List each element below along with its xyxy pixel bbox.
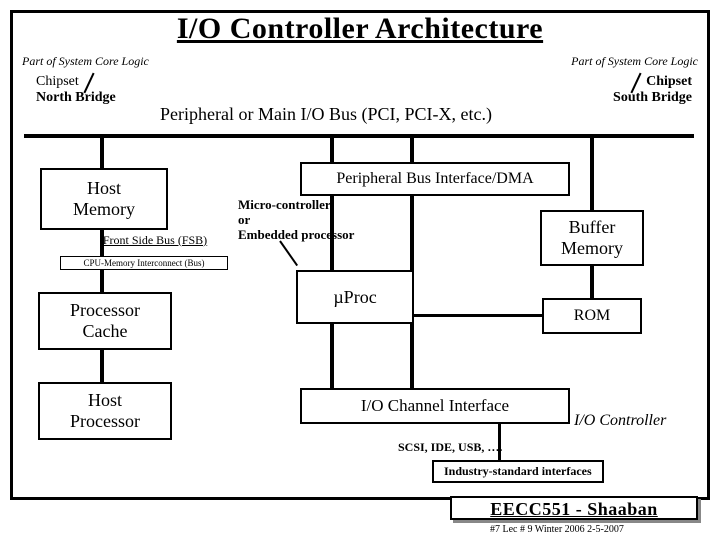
label-cpu-mem: CPU-Memory Interconnect (Bus) bbox=[60, 256, 228, 270]
text: Processor Cache bbox=[70, 300, 140, 342]
text: Peripheral Bus Interface/DMA bbox=[336, 170, 533, 188]
text: µProc bbox=[333, 287, 376, 308]
label-io-controller: I/O Controller bbox=[574, 412, 666, 430]
box-buffer-memory: Buffer Memory bbox=[540, 210, 644, 266]
footer-course: EECC551 - Shaaban bbox=[450, 496, 698, 520]
box-io-channel: I/O Channel Interface bbox=[300, 388, 570, 424]
rom-connector-line bbox=[414, 314, 542, 317]
text: Host Processor bbox=[70, 390, 140, 432]
label-chipset-right: Chipset bbox=[646, 74, 692, 90]
box-processor-cache: Processor Cache bbox=[38, 292, 172, 350]
box-host-processor: Host Processor bbox=[38, 382, 172, 440]
label-part-left: Part of System Core Logic bbox=[22, 54, 149, 69]
box-rom: ROM bbox=[542, 298, 642, 334]
text: Host Memory bbox=[73, 178, 135, 220]
box-industry-standard: Industry-standard interfaces bbox=[432, 460, 604, 483]
box-mproc: µProc bbox=[296, 270, 414, 324]
label-north-bridge: North Bridge bbox=[36, 90, 116, 106]
page-title: I/O Controller Architecture bbox=[0, 12, 720, 46]
label-scsi: SCSI, IDE, USB, …. bbox=[398, 440, 502, 455]
label-south-bridge: South Bridge bbox=[613, 90, 692, 106]
text: I/O Channel Interface bbox=[361, 396, 509, 416]
box-host-memory: Host Memory bbox=[40, 168, 168, 230]
label-microcontroller: Micro-controller or Embedded processor bbox=[238, 198, 358, 243]
text: ROM bbox=[574, 307, 610, 325]
box-peripheral-bus-interface: Peripheral Bus Interface/DMA bbox=[300, 162, 570, 196]
label-chipset-left: Chipset bbox=[36, 74, 79, 90]
label-pci-bus: Peripheral or Main I/O Bus (PCI, PCI-X, … bbox=[160, 104, 492, 125]
text: Buffer Memory bbox=[561, 217, 623, 259]
label-part-right: Part of System Core Logic bbox=[571, 54, 698, 69]
label-fsb: Front Side Bus (FSB) bbox=[90, 233, 220, 248]
footer-note: #7 Lec # 9 Winter 2006 2-5-2007 bbox=[490, 524, 624, 535]
